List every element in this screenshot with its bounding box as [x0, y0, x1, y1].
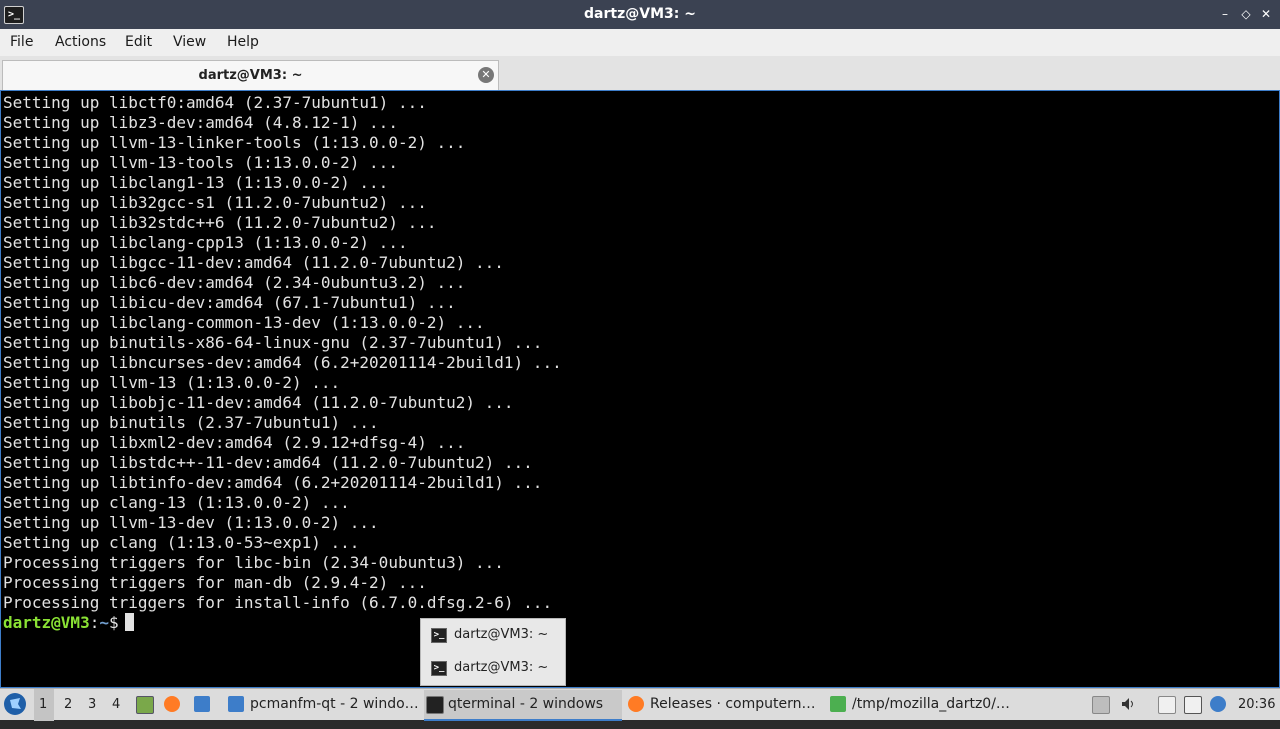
- terminal-line: Processing triggers for libc-bin (2.34-0…: [3, 553, 504, 572]
- tab-close-icon[interactable]: ✕: [478, 67, 494, 83]
- minimize-button[interactable]: –: [1217, 6, 1233, 22]
- terminal-line: Setting up lib32gcc-s1 (11.2.0-7ubuntu2)…: [3, 193, 427, 212]
- terminal-line: Setting up binutils-x86-64-linux-gnu (2.…: [3, 333, 543, 352]
- workspace-1[interactable]: 1: [34, 689, 54, 721]
- terminal-line: Setting up llvm-13-tools (1:13.0.0-2) ..…: [3, 153, 398, 172]
- terminal-icon: >_: [431, 628, 447, 643]
- task-label: pcmanfm-qt - 2 windo…: [250, 696, 419, 712]
- prompt-path: ~: [99, 613, 109, 632]
- display-icon[interactable]: [1184, 696, 1202, 714]
- terminal-line: Setting up libgcc-11-dev:amd64 (11.2.0-7…: [3, 253, 504, 272]
- terminal-line: Setting up lib32stdc++6 (11.2.0-7ubuntu2…: [3, 213, 437, 232]
- show-desktop-icon[interactable]: [136, 696, 154, 714]
- task-label: qterminal - 2 windows: [448, 696, 604, 712]
- terminal-line: Setting up clang (1:13.0-53~exp1) ...: [3, 533, 360, 552]
- close-button[interactable]: ✕: [1258, 6, 1274, 22]
- terminal-line: Setting up libstdc++-11-dev:amd64 (11.2.…: [3, 453, 533, 472]
- task-label: Releases · computern…: [650, 696, 816, 712]
- popup-window-item[interactable]: >_ dartz@VM3: ~: [421, 653, 567, 683]
- workspace-label: 1: [39, 697, 48, 712]
- prompt-user-host: dartz@VM3: [3, 613, 90, 632]
- terminal-line: Setting up llvm-13-dev (1:13.0.0-2) ...: [3, 513, 379, 532]
- terminal-line: Setting up binutils (2.37-7ubuntu1) ...: [3, 413, 379, 432]
- terminal-line: Processing triggers for install-info (6.…: [3, 593, 553, 612]
- shell-prompt: dartz@VM3:~$: [3, 613, 134, 633]
- prompt-symbol: $: [108, 613, 119, 632]
- task-pcmanfm[interactable]: pcmanfm-qt - 2 windo…: [226, 690, 420, 719]
- terminal-line: Setting up libctf0:amd64 (2.37-7ubuntu1)…: [3, 93, 427, 112]
- popup-window-label: dartz@VM3: ~: [454, 660, 549, 675]
- terminal-line: Setting up libncurses-dev:amd64 (6.2+202…: [3, 353, 562, 372]
- terminal-line: Setting up libclang-common-13-dev (1:13.…: [3, 313, 485, 332]
- file-manager-launcher-icon[interactable]: [194, 696, 210, 712]
- terminal-icon: [426, 696, 444, 714]
- terminal-icon: >_: [431, 661, 447, 676]
- terminal-line: Setting up libclang-cpp13 (1:13.0.0-2) .…: [3, 233, 408, 252]
- text-cursor: [124, 613, 134, 631]
- volume-icon[interactable]: [1120, 696, 1136, 712]
- folder-icon: [228, 696, 244, 712]
- terminal-line: Processing triggers for man-db (2.9.4-2)…: [3, 573, 427, 592]
- task-label: /tmp/mozilla_dartz0/…: [852, 696, 1010, 712]
- workspace-2[interactable]: 2: [64, 697, 72, 729]
- firefox-launcher-icon[interactable]: [164, 696, 180, 712]
- maximize-button[interactable]: ◇: [1238, 6, 1254, 22]
- tray-arrow-icon[interactable]: [1092, 696, 1110, 714]
- tab-terminal[interactable]: dartz@VM3: ~ ✕: [2, 60, 499, 90]
- workspace-3[interactable]: 3: [88, 697, 96, 729]
- terminal-line: Setting up libtinfo-dev:amd64 (6.2+20201…: [3, 473, 543, 492]
- terminal-line: Setting up libclang1-13 (1:13.0.0-2) ...: [3, 173, 389, 192]
- terminal-line: Setting up libicu-dev:amd64 (67.1-7ubunt…: [3, 293, 456, 312]
- clock[interactable]: 20:36: [1238, 697, 1275, 712]
- terminal-line: Setting up libz3-dev:amd64 (4.8.12-1) ..…: [3, 113, 398, 132]
- terminal-lines: Setting up libctf0:amd64 (2.37-7ubuntu1)…: [3, 93, 562, 613]
- terminal-line: Setting up llvm-13 (1:13.0.0-2) ...: [3, 373, 341, 392]
- terminal-line: Setting up llvm-13-linker-tools (1:13.0.…: [3, 133, 466, 152]
- popup-window-label: dartz@VM3: ~: [454, 627, 549, 642]
- menu-bar: File Actions Edit View Help: [0, 29, 1280, 56]
- tab-label: dartz@VM3: ~: [198, 68, 303, 83]
- menu-actions[interactable]: Actions: [55, 34, 106, 50]
- window-list-popup: >_ dartz@VM3: ~ >_ dartz@VM3: ~: [420, 618, 566, 686]
- menu-edit[interactable]: Edit: [125, 34, 152, 50]
- tab-bar: dartz@VM3: ~ ✕: [0, 56, 1280, 91]
- firefox-icon: [628, 696, 644, 712]
- menu-file[interactable]: File: [10, 34, 33, 50]
- terminal-output[interactable]: Setting up libctf0:amd64 (2.37-7ubuntu1)…: [0, 90, 1280, 688]
- popup-window-item[interactable]: >_ dartz@VM3: ~: [421, 620, 567, 650]
- terminal-line: Setting up libxml2-dev:amd64 (2.9.12+dfs…: [3, 433, 466, 452]
- window-titlebar[interactable]: >_ dartz@VM3: ~ – ◇ ✕: [0, 0, 1280, 29]
- menu-view[interactable]: View: [173, 34, 206, 50]
- terminal-line: Setting up libc6-dev:amd64 (2.34-0ubuntu…: [3, 273, 466, 292]
- task-firefox[interactable]: Releases · computern…: [626, 690, 822, 719]
- workspace-4[interactable]: 4: [112, 697, 120, 729]
- network-icon[interactable]: [1210, 696, 1226, 712]
- clipboard-icon[interactable]: [1158, 696, 1176, 714]
- start-menu-icon[interactable]: [4, 693, 26, 715]
- task-tmp-file[interactable]: /tmp/mozilla_dartz0/…: [828, 690, 1024, 719]
- prompt-separator: :: [89, 613, 100, 632]
- menu-help[interactable]: Help: [227, 34, 259, 50]
- terminal-line: Setting up libobjc-11-dev:amd64 (11.2.0-…: [3, 393, 514, 412]
- window-title: dartz@VM3: ~: [584, 6, 696, 22]
- task-qterminal[interactable]: qterminal - 2 windows: [424, 690, 622, 721]
- terminal-line: Setting up clang-13 (1:13.0.0-2) ...: [3, 493, 350, 512]
- taskbar: 1 2 3 4 pcmanfm-qt - 2 windo… qterminal …: [0, 688, 1280, 721]
- file-icon: [830, 696, 846, 712]
